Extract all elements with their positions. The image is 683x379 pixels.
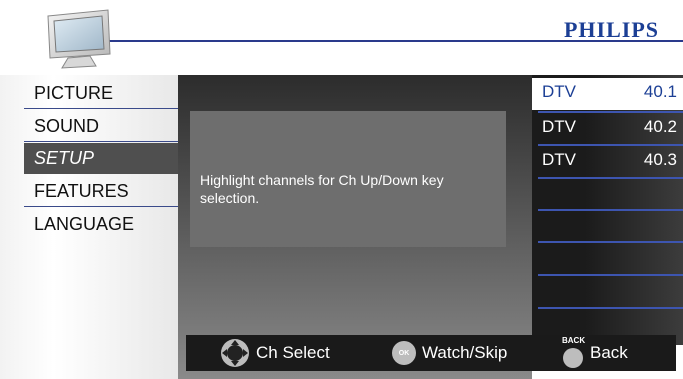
back-button-icon-text: BACK — [562, 336, 586, 345]
channel-divider — [538, 177, 683, 179]
menu-item-picture[interactable]: PICTURE — [24, 78, 178, 109]
channel-type: DTV — [542, 117, 576, 136]
channel-divider — [538, 209, 683, 211]
hint-ch-select: Ch Select — [220, 335, 330, 371]
channel-number: 40.2 — [643, 117, 677, 136]
channel-divider — [538, 241, 683, 243]
channel-type: DTV — [542, 150, 576, 169]
hint-back: BACK Back — [562, 335, 628, 371]
help-text: Highlight channels for Ch Up/Down key se… — [200, 172, 444, 206]
channel-list: DTV 40.1 DTV 40.2 DTV 40.3 — [532, 75, 683, 345]
ok-button-icon: OK — [392, 341, 416, 365]
channel-type: DTV — [542, 82, 576, 101]
menu-item-setup[interactable]: SETUP — [24, 143, 178, 174]
help-box: Highlight channels for Ch Up/Down key se… — [190, 111, 506, 247]
ok-button-icon-text: OK — [398, 349, 410, 357]
channel-divider — [538, 274, 683, 276]
content-panel: Highlight channels for Ch Up/Down key se… — [178, 75, 532, 379]
channel-row[interactable]: DTV 40.1 — [532, 78, 683, 110]
channel-row[interactable]: DTV 40.2 — [532, 113, 683, 145]
tv-icon — [47, 9, 111, 69]
channel-number: 40.3 — [643, 150, 677, 169]
menu-item-sound[interactable]: SOUND — [24, 111, 178, 142]
menu-item-language[interactable]: LANGUAGE — [24, 209, 178, 240]
back-button-icon: BACK — [562, 336, 586, 368]
hint-watch-skip: OK Watch/Skip — [392, 335, 507, 371]
channel-row[interactable]: DTV 40.3 — [532, 146, 683, 178]
hint-watch-skip-label: Watch/Skip — [422, 343, 508, 362]
menu-item-features[interactable]: FEATURES — [24, 176, 178, 207]
brand-logo: PHILIPS — [563, 17, 659, 42]
channel-number: 40.1 — [643, 82, 677, 101]
key-hint-bar: Ch Select OK Watch/Skip BACK Back — [186, 335, 676, 371]
header: PHILIPS — [0, 0, 683, 75]
channel-divider — [538, 307, 683, 309]
hint-ch-select-label: Ch Select — [256, 343, 330, 362]
dpad-icon — [221, 339, 249, 367]
hint-back-label: Back — [590, 343, 628, 362]
main-menu: PICTURE SOUND SETUP FEATURES LANGUAGE — [0, 75, 178, 379]
